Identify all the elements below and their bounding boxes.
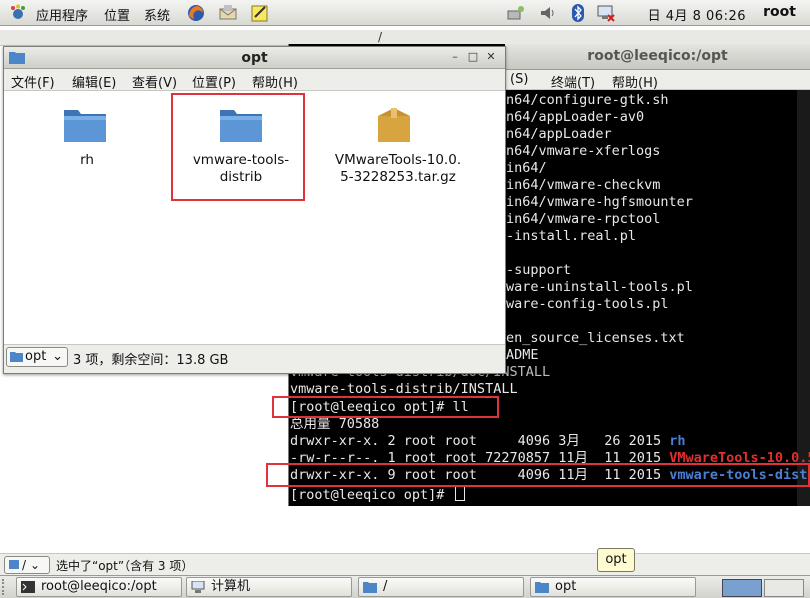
top-panel: 应用程序 位置 系统 日 4月 8 06:26 root bbox=[0, 0, 810, 26]
network-status-icon[interactable] bbox=[596, 3, 616, 23]
highlight-ll-command bbox=[272, 396, 499, 418]
places-menu[interactable]: 位置 bbox=[104, 5, 130, 24]
task-opt-folder[interactable]: opt bbox=[530, 577, 696, 597]
network-icon[interactable] bbox=[506, 3, 526, 23]
text-editor-icon[interactable] bbox=[250, 3, 270, 23]
folder-icon bbox=[9, 560, 19, 569]
file-item-vmwaretools-tar[interactable] bbox=[374, 104, 418, 148]
menu-edit[interactable]: 编辑(E) bbox=[72, 72, 116, 91]
mail-client-icon[interactable] bbox=[218, 3, 238, 23]
terminal-menu-help[interactable]: 帮助(H) bbox=[612, 72, 658, 91]
terminal-menubar: (S) 终端(T) 帮助(H) bbox=[505, 70, 810, 91]
terminal-line: -install.real.pl bbox=[506, 228, 637, 244]
task-computer[interactable]: 计算机 bbox=[186, 577, 352, 597]
terminal-title: root@leeqico:/opt bbox=[587, 48, 728, 64]
terminal-line: ware-uninstall-tools.pl bbox=[506, 279, 693, 295]
terminal-line: in64/ bbox=[506, 160, 547, 176]
folder-icon bbox=[363, 582, 377, 593]
background-location-combo[interactable]: / ⌄ bbox=[4, 556, 50, 574]
opt-menubar: 文件(F) 编辑(E) 查看(V) 位置(P) 帮助(H) bbox=[4, 69, 505, 91]
opt-window-title: opt bbox=[241, 50, 268, 66]
workspace-2[interactable] bbox=[764, 579, 804, 597]
terminal-line: n64/vmware-xferlogs bbox=[506, 143, 661, 159]
label-line: VMwareTools-10.0. bbox=[334, 152, 462, 168]
user-name[interactable]: root bbox=[763, 4, 796, 20]
firefox-icon[interactable] bbox=[186, 3, 206, 23]
background-status-text: 选中了“opt”（含有 3 项） bbox=[56, 559, 194, 573]
menu-view[interactable]: 查看(V) bbox=[132, 72, 177, 91]
terminal-icon bbox=[21, 581, 35, 593]
system-menu[interactable]: 系统 bbox=[144, 5, 170, 24]
tooltip: opt bbox=[597, 548, 635, 572]
terminal-line: in64/vmware-checkvm bbox=[506, 177, 661, 193]
prompt-text: [root@leeqico opt]# bbox=[290, 487, 453, 503]
opt-status-text: 3 项，剩余空间：13.8 GB bbox=[73, 353, 229, 368]
task-label: root@leeqico:/opt bbox=[41, 579, 157, 594]
task-label: / bbox=[383, 579, 388, 594]
terminal-prompt-current[interactable]: [root@leeqico opt]# bbox=[290, 485, 465, 503]
ls-row-name: rh bbox=[669, 433, 686, 449]
volume-icon[interactable] bbox=[538, 3, 558, 23]
label-line: 5-3228253.tar.gz bbox=[340, 169, 456, 185]
file-label-vmwaretools-tar: VMwareTools-10.0. 5-3228253.tar.gz bbox=[318, 152, 478, 186]
highlight-distrib-folder bbox=[171, 93, 305, 201]
terminal-menu-search[interactable]: (S) bbox=[510, 72, 528, 87]
terminal-line: n64/appLoader-av0 bbox=[506, 109, 645, 125]
terminal-line: ware-config-tools.pl bbox=[506, 296, 669, 312]
task-label: 计算机 bbox=[211, 579, 251, 594]
terminal-line: n64/configure-gtk.sh bbox=[506, 92, 669, 108]
terminal-line: in64/vmware-hgfsmounter bbox=[506, 194, 693, 210]
terminal-menu-terminal[interactable]: 终端(T) bbox=[551, 72, 595, 91]
location-combo-value: opt bbox=[25, 349, 47, 364]
chevron-down-icon: ⌄ bbox=[52, 349, 63, 364]
task-terminal[interactable]: root@leeqico:/opt bbox=[16, 577, 182, 597]
chevron-down-icon: ⌄ bbox=[30, 558, 41, 572]
terminal-scrollbar[interactable] bbox=[797, 90, 810, 506]
terminal-line: en_source_licenses.txt bbox=[506, 330, 685, 346]
file-label-rh: rh bbox=[80, 152, 94, 168]
terminal-cursor bbox=[454, 485, 465, 501]
bluetooth-icon[interactable] bbox=[568, 3, 588, 23]
terminal-line: in64/vmware-rpctool bbox=[506, 211, 661, 227]
ls-row: drwxr-xr-x. 2 root root 4096 3月 26 2015 … bbox=[290, 433, 686, 450]
highlight-distrib-row bbox=[266, 463, 810, 487]
terminal-line: n64/appLoader bbox=[506, 126, 612, 142]
terminal-line: -support bbox=[506, 262, 572, 278]
folder-icon bbox=[535, 582, 549, 593]
taskbar-handle bbox=[2, 579, 10, 595]
archive-icon bbox=[378, 108, 410, 142]
task-label: opt bbox=[555, 579, 577, 594]
menu-places[interactable]: 位置(P) bbox=[192, 72, 236, 91]
menu-help[interactable]: 帮助(H) bbox=[252, 72, 298, 91]
menu-file[interactable]: 文件(F) bbox=[11, 72, 55, 91]
location-combo[interactable]: opt ⌄ bbox=[6, 347, 68, 367]
background-combo-value: / bbox=[22, 558, 27, 572]
folder-icon bbox=[10, 352, 23, 362]
clock[interactable]: 日 4月 8 06:26 bbox=[648, 5, 746, 24]
workspace-1[interactable] bbox=[722, 579, 762, 597]
applications-menu[interactable]: 应用程序 bbox=[36, 5, 88, 24]
ls-row-meta: drwxr-xr-x. 2 root root 4096 3月 26 2015 bbox=[290, 433, 670, 449]
terminal-line: ADME bbox=[506, 347, 539, 363]
terminal-total: 总用量 70588 bbox=[290, 416, 380, 432]
folder-icon bbox=[64, 110, 106, 142]
file-item-rh[interactable] bbox=[62, 104, 110, 148]
gnome-foot-icon[interactable] bbox=[8, 3, 28, 23]
computer-icon bbox=[191, 581, 205, 593]
background-window-path: / bbox=[378, 30, 383, 44]
task-root-folder[interactable]: / bbox=[358, 577, 524, 597]
workspace-switcher[interactable] bbox=[722, 579, 806, 597]
